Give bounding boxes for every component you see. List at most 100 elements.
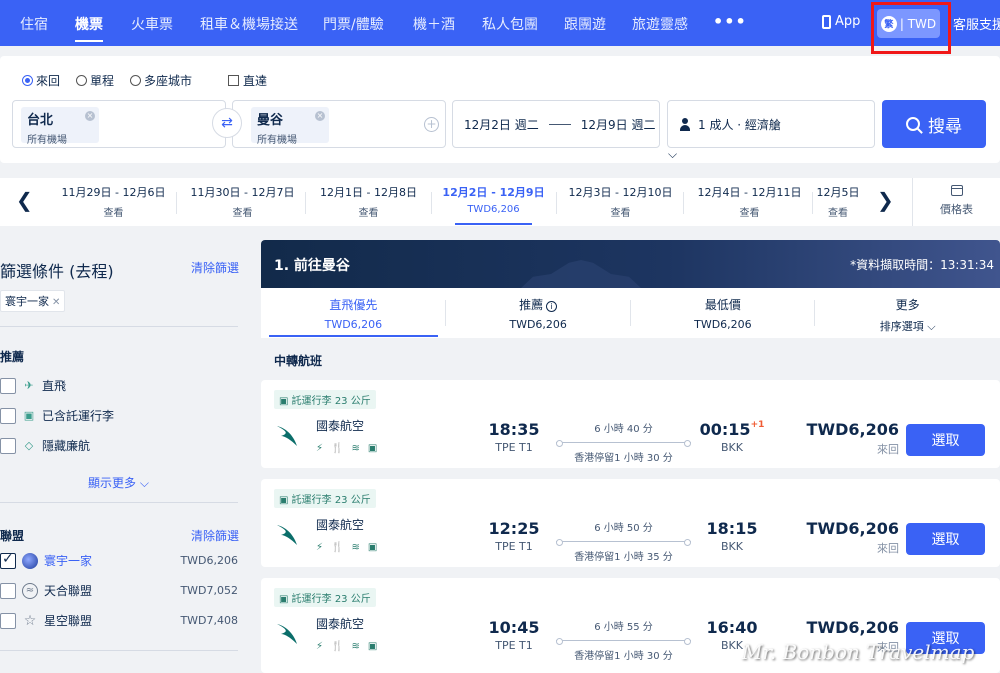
- sort-tab-more[interactable]: 更多 排序選項 ⌵: [815, 288, 1000, 338]
- checkbox-icon[interactable]: [0, 582, 16, 599]
- trip-type-roundtrip[interactable]: 來回: [22, 72, 60, 89]
- arrival: 00:15+1 BKK: [696, 420, 768, 454]
- nav-item-cars[interactable]: 租車＆機場接送: [200, 14, 298, 34]
- direct-label: 直達: [243, 74, 268, 88]
- skyteam-icon: ≈: [22, 582, 38, 599]
- filter-checked-bag[interactable]: ▣ 已含託運行李: [0, 407, 238, 424]
- nav-item-flights[interactable]: 機票: [75, 14, 103, 42]
- sort-tab-cheapest[interactable]: 最低價 TWD6,206: [631, 288, 816, 338]
- checkbox-icon[interactable]: [0, 437, 16, 454]
- flight-card[interactable]: ▣ 託運行李 23 公斤 國泰航空 ⚡ 🍴 ≋ ▣ 18:35 TPE T1 6 小時 …: [261, 380, 1000, 468]
- info-icon[interactable]: i: [546, 301, 558, 312]
- destination-chip: 曼谷 所有機場 ×: [251, 107, 329, 146]
- swap-icon[interactable]: ⇄: [212, 108, 242, 138]
- filter-sidebar: 篩選條件 (去程) 清除篩選 寰宇一家 ✕ 推薦 ✈ 直飛 ▣ 已含託運行李 ◇ 隱藏廉…: [0, 240, 248, 673]
- select-button[interactable]: 選取: [906, 424, 985, 456]
- trip-type-multicity[interactable]: 多座城市: [130, 72, 192, 89]
- checkbox-icon[interactable]: [0, 377, 16, 394]
- fetch-time: *資料擷取時間：13:31:34: [850, 258, 994, 272]
- origin-field[interactable]: 台北 所有機場 ×: [12, 100, 226, 148]
- show-more-label: 顯示更多: [88, 476, 137, 490]
- date-price: 查看: [739, 208, 760, 219]
- flight-route: 6 小時 50 分香港停留1 小時 35 分: [556, 519, 691, 563]
- date-option[interactable]: 12月1日 - 12月8日 查看: [305, 184, 432, 219]
- price: TWD6,206: [806, 618, 899, 637]
- passenger-field[interactable]: 1 成人 · 經濟艙 ⌵: [667, 100, 875, 161]
- alliance-oneworld[interactable]: 寰宇一家 TWD6,206: [0, 551, 238, 569]
- date-field[interactable]: 12月2日 週二 12月9日 週二: [452, 100, 660, 148]
- destination-field[interactable]: 曼谷 所有機場 × +: [232, 100, 446, 148]
- clear-filters-link[interactable]: 清除篩選: [191, 259, 239, 276]
- wifi-icon: ≋: [351, 542, 360, 553]
- arrival: 18:15 BKK: [696, 519, 768, 553]
- sort-value: TWD6,206: [509, 318, 567, 331]
- arrival-time: 18:15: [706, 519, 758, 538]
- sort-tab-recommended[interactable]: 推薦 i TWD6,206: [446, 288, 631, 338]
- chevron-left-icon[interactable]: ❮: [16, 188, 33, 212]
- add-city-icon[interactable]: +: [424, 117, 439, 132]
- sort-name: 更多: [895, 298, 920, 312]
- date-option[interactable]: 11月29日 - 12月6日 查看: [50, 184, 177, 219]
- nav-item-trains[interactable]: 火車票: [131, 14, 173, 34]
- stopover: 香港停留1 小時 30 分: [574, 453, 673, 464]
- bag-label: 託運行李 23 公斤: [291, 396, 371, 407]
- alliance-skyteam[interactable]: ≈ 天合聯盟 TWD7,052: [0, 582, 238, 599]
- date-option-selected[interactable]: 12月2日 - 12月9日 TWD6,206: [430, 184, 557, 225]
- checkbox-icon[interactable]: [0, 407, 16, 424]
- nav-item-inspiration[interactable]: 旅遊靈感: [632, 14, 688, 34]
- app-link[interactable]: App: [822, 14, 860, 29]
- chevron-right-icon[interactable]: ❯: [877, 188, 894, 212]
- radio-icon: [130, 75, 142, 86]
- price: TWD6,206: [806, 519, 899, 538]
- nav-item-tickets[interactable]: 門票/體驗: [323, 14, 384, 34]
- nav-item-flight-hotel[interactable]: 機＋酒: [413, 14, 455, 34]
- close-icon[interactable]: ✕: [52, 297, 60, 308]
- amenities: ⚡ 🍴 ≋ ▣: [316, 641, 377, 652]
- remove-origin-icon[interactable]: ×: [85, 111, 95, 121]
- date-range: 12月5日: [816, 186, 860, 199]
- sort-tab-direct[interactable]: 直飛優先 TWD6,206: [261, 288, 446, 338]
- trip-type-oneway[interactable]: 單程: [76, 72, 114, 89]
- alliance-star[interactable]: ☆ 星空聯盟 TWD7,408: [0, 612, 238, 629]
- remove-destination-icon[interactable]: ×: [315, 111, 325, 121]
- show-more-link[interactable]: 顯示更多 ⌵: [88, 474, 149, 491]
- return-date: 12月9日 週二: [580, 117, 656, 132]
- date-price: 查看: [103, 208, 124, 219]
- applied-filter-tag[interactable]: 寰宇一家 ✕: [0, 290, 66, 312]
- date-option[interactable]: 12月5日查看: [813, 184, 863, 219]
- power-icon: ⚡: [316, 443, 324, 454]
- direct-only-checkbox[interactable]: 直達: [228, 72, 267, 89]
- power-icon: ⚡: [316, 641, 324, 652]
- depart-date: 12月2日 週二: [464, 117, 539, 132]
- radio-icon: [76, 75, 88, 86]
- airline-name: 國泰航空: [316, 617, 365, 631]
- alliance-label: 寰宇一家: [44, 554, 93, 568]
- search-button[interactable]: 搜尋: [882, 100, 986, 148]
- checkbox-icon[interactable]: [0, 551, 16, 569]
- select-button[interactable]: 選取: [906, 523, 985, 555]
- departure-airport: TPE T1: [495, 540, 533, 553]
- nav-item-group-tours[interactable]: 跟團遊: [564, 14, 606, 34]
- sort-value: TWD6,206: [694, 318, 752, 331]
- luggage-icon: ▣: [279, 396, 292, 407]
- more-icon[interactable]: •••: [713, 12, 747, 31]
- nav-item-private-tours[interactable]: 私人包團: [482, 14, 538, 34]
- support-link[interactable]: 客服支援: [953, 14, 1000, 33]
- flight-card[interactable]: ▣ 託運行李 23 公斤 國泰航空 ⚡ 🍴 ≋ ▣ 12:25 TPE T1 6 小時 …: [261, 479, 1000, 567]
- date-option[interactable]: 12月4日 - 12月11日 查看: [686, 184, 813, 219]
- date-range: 11月30日 - 12月7日: [190, 186, 295, 199]
- alliance-clear-link[interactable]: 清除篩選: [191, 527, 239, 544]
- checkbox-icon[interactable]: [0, 612, 16, 629]
- date-price: 查看: [610, 208, 631, 219]
- filter-direct[interactable]: ✈ 直飛: [0, 377, 238, 394]
- filter-hide-lcc[interactable]: ◇ 隱藏廉航: [0, 437, 238, 454]
- date-option[interactable]: 12月3日 - 12月10日 查看: [557, 184, 684, 219]
- alliance-heading: 聯盟: [0, 529, 25, 543]
- date-price: 查看: [828, 208, 848, 219]
- baggage-badge: ▣ 託運行李 23 公斤: [274, 588, 376, 607]
- trip-type-group: 來回 單程 多座城市 直達: [22, 72, 267, 89]
- cathay-logo-icon: [277, 525, 297, 545]
- nav-item-hotels[interactable]: 住宿: [20, 14, 48, 34]
- price-table-button[interactable]: 價格表: [912, 178, 1000, 226]
- date-option[interactable]: 11月30日 - 12月7日 查看: [179, 184, 306, 219]
